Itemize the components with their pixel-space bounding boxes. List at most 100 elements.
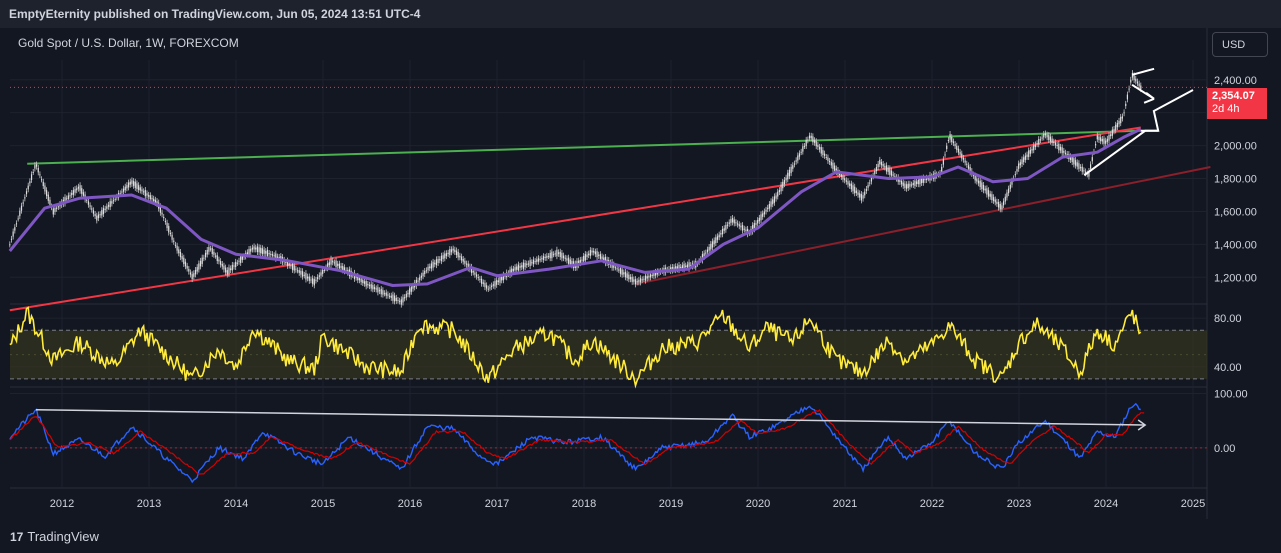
candle <box>196 264 198 275</box>
candle-body <box>273 255 275 257</box>
macd-red-line <box>9 409 1145 475</box>
candle-body <box>1140 85 1142 90</box>
candle-body <box>912 182 914 186</box>
candle-body <box>127 182 130 188</box>
candle-body <box>636 281 638 283</box>
candle <box>1121 113 1123 122</box>
candle-body <box>250 248 252 252</box>
candle-body <box>166 222 168 229</box>
candle <box>420 272 422 281</box>
candle <box>598 251 600 259</box>
candle-body <box>992 197 995 201</box>
candle <box>1023 154 1025 166</box>
candle <box>547 253 550 260</box>
candle <box>1004 193 1006 205</box>
candle-body <box>256 246 259 252</box>
candle-body <box>484 282 486 288</box>
candle-body <box>412 285 414 289</box>
candle-body <box>1041 137 1043 139</box>
candle <box>164 218 166 225</box>
candle <box>850 180 852 193</box>
last-price-tag: 2,354.07 2d 4h <box>1207 88 1267 119</box>
candle-body <box>138 185 140 190</box>
candle-body <box>758 217 760 222</box>
candle-body <box>544 256 546 258</box>
candle <box>166 219 168 232</box>
currency-button[interactable]: USD <box>1212 32 1268 57</box>
candle-body <box>949 133 951 140</box>
chart-canvas[interactable]: 2012 2013 2014 2015 2016 2017 2018 2019 2020 2021… <box>0 0 1281 553</box>
candle <box>442 252 444 263</box>
candle <box>912 179 914 188</box>
candle-body <box>1021 159 1023 164</box>
candle-body <box>409 288 411 295</box>
candle <box>71 189 73 199</box>
candle-body <box>844 178 846 181</box>
tradingview-brand[interactable]: 17 TradingView <box>10 529 99 544</box>
candle-body <box>74 189 76 193</box>
candle <box>383 290 386 297</box>
candle-body <box>176 245 178 251</box>
candle-body <box>255 247 257 250</box>
candle-body <box>338 263 340 269</box>
candle <box>588 250 590 259</box>
candle-body <box>810 135 812 139</box>
candle-body <box>475 274 478 277</box>
candle <box>425 267 427 274</box>
candle-body <box>236 262 238 264</box>
candle-body <box>301 271 304 277</box>
candle-body <box>397 299 399 301</box>
candle <box>773 193 775 206</box>
candle <box>315 276 317 284</box>
candle <box>1063 147 1065 156</box>
candle <box>475 271 478 280</box>
candle-body <box>686 264 688 268</box>
candle <box>179 248 182 261</box>
candle-body <box>522 262 525 269</box>
candle-body <box>46 190 48 196</box>
candle-body <box>618 269 620 271</box>
candle <box>399 297 401 305</box>
candle-body <box>193 273 195 277</box>
candle <box>785 174 787 184</box>
candle-body <box>27 185 29 190</box>
candle-body <box>79 185 81 191</box>
candle-body <box>860 194 862 201</box>
candle <box>328 259 330 269</box>
candle-body <box>653 272 655 277</box>
candle <box>849 180 851 189</box>
candle-body <box>780 184 782 192</box>
candle <box>964 157 966 166</box>
candle-body <box>268 252 270 255</box>
tradingview-logo-icon: 17 <box>10 530 24 544</box>
candle <box>802 143 804 155</box>
candle-body <box>171 234 173 240</box>
candle-body <box>790 166 792 174</box>
candle-body <box>323 269 325 271</box>
candle-body <box>42 181 44 187</box>
candle <box>713 237 715 248</box>
candle <box>261 245 264 257</box>
candle-body <box>146 193 148 196</box>
candle-body <box>1125 103 1127 106</box>
candle-body <box>589 250 591 256</box>
candle-body <box>768 204 770 209</box>
candle-body <box>322 270 324 274</box>
candle-body <box>290 265 292 267</box>
candle-body <box>706 249 709 253</box>
candle-body <box>179 251 182 258</box>
candle <box>949 131 951 143</box>
candle-body <box>1123 112 1125 114</box>
candle <box>1130 76 1132 86</box>
candle <box>591 247 593 256</box>
candle-body <box>1044 133 1047 136</box>
candle <box>163 213 165 221</box>
candle <box>174 241 177 249</box>
candle <box>596 248 598 261</box>
candle-body <box>854 186 856 194</box>
candle <box>793 160 796 168</box>
candle-body <box>298 270 300 273</box>
candle-body <box>312 278 314 284</box>
candle <box>566 255 568 264</box>
candle-body <box>208 247 210 252</box>
